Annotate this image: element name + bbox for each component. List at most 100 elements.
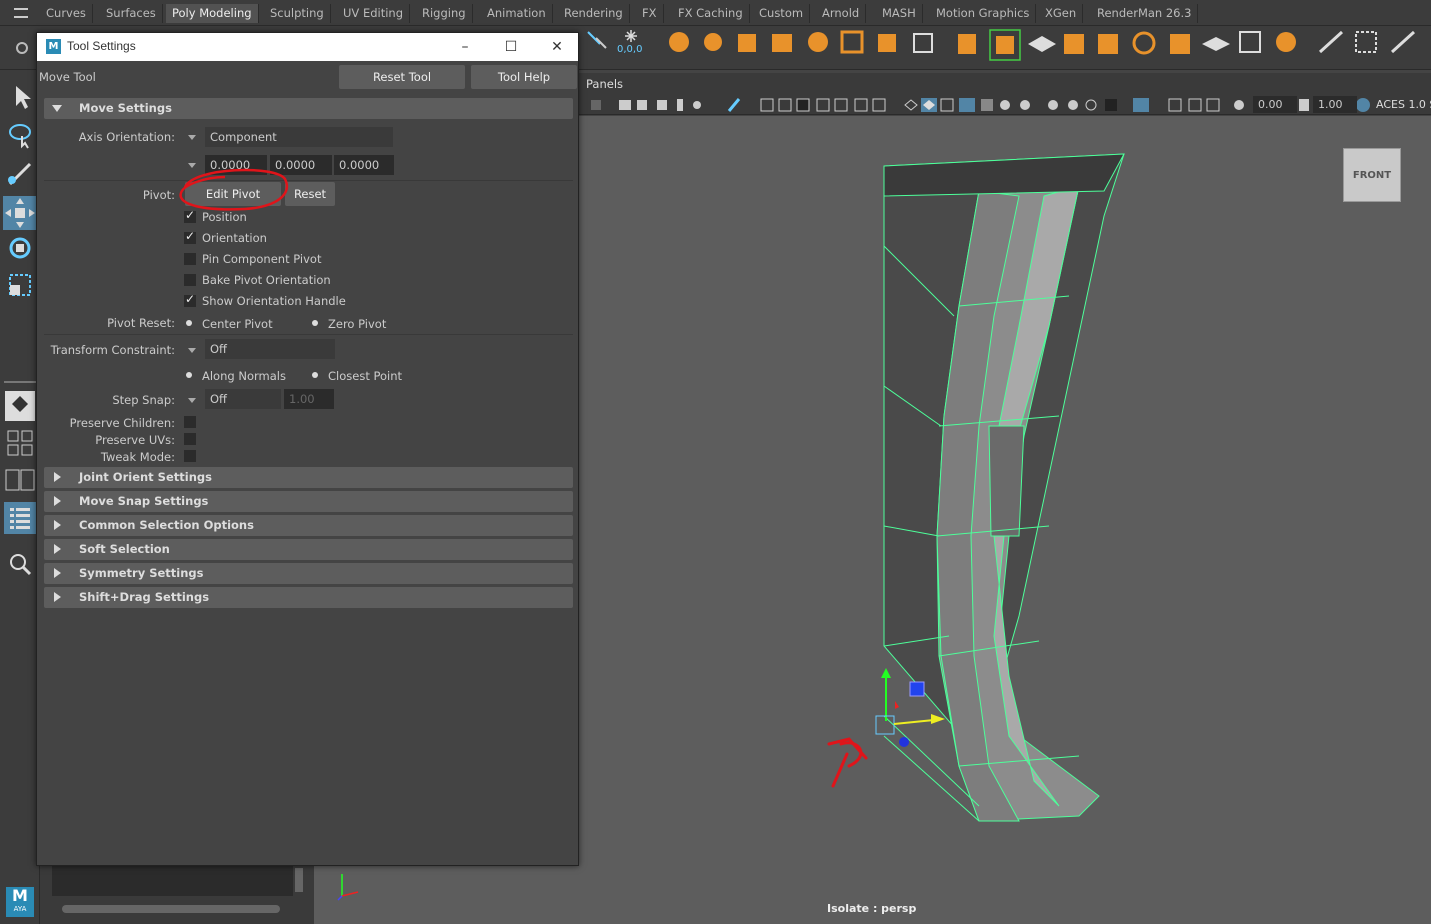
- axis-orientation-dropdown[interactable]: Component: [205, 127, 393, 147]
- viewport-toolbar: 0.00 1.00 ACES 1.0 S: [579, 95, 1431, 115]
- maximize-icon[interactable]: ☐: [501, 37, 521, 57]
- tool-settings-titlebar[interactable]: M Tool Settings – ☐ ✕: [37, 33, 578, 61]
- axis-z-field[interactable]: 0.0000: [334, 155, 394, 175]
- along-normals-radio[interactable]: [183, 369, 195, 381]
- outliner-scrollbar[interactable]: [293, 866, 305, 906]
- step-snap-dropdown[interactable]: Off: [205, 389, 281, 409]
- view-cube[interactable]: FRONT: [1343, 148, 1401, 202]
- dropdown-arrow-icon[interactable]: [188, 135, 196, 140]
- tab-rendering[interactable]: Rendering: [558, 4, 630, 23]
- tab-custom[interactable]: Custom: [753, 4, 811, 23]
- closest-point-label: Closest Point: [328, 369, 403, 383]
- position-checkbox[interactable]: [184, 208, 196, 223]
- layout-quad-icon: [7, 430, 33, 456]
- outliner-scroll-thumb[interactable]: [295, 868, 303, 892]
- tab-poly-modeling[interactable]: Poly Modeling: [166, 4, 259, 23]
- tab-fx[interactable]: FX: [636, 4, 664, 23]
- outliner-list[interactable]: [52, 866, 294, 896]
- tab-mash[interactable]: MASH: [876, 4, 923, 23]
- joint-orient-settings-section[interactable]: Joint Orient Settings: [44, 467, 573, 488]
- tab-curves[interactable]: Curves: [40, 4, 93, 23]
- center-pivot-radio[interactable]: [183, 317, 195, 329]
- tab-fx-caching[interactable]: FX Caching: [672, 4, 750, 23]
- window-title: Tool Settings: [67, 39, 136, 53]
- soft-selection-section[interactable]: Soft Selection: [44, 539, 573, 560]
- bake-pivot-orientation-checkbox[interactable]: [184, 274, 196, 286]
- reset-tool-button[interactable]: Reset Tool: [339, 65, 465, 89]
- layout-two-pane-icon: [5, 469, 35, 491]
- maya-window-icon: M: [46, 39, 61, 54]
- zero-pivot-label: Zero Pivot: [328, 317, 387, 331]
- center-pivot-label: Center Pivot: [202, 317, 273, 331]
- transform-constraint-dropdown[interactable]: Off: [205, 339, 335, 359]
- tool-help-button[interactable]: Tool Help: [471, 65, 577, 89]
- preserve-children-label: Preserve Children:: [69, 416, 175, 430]
- origin-readout: 0,0,0: [617, 44, 642, 55]
- tab-motion-graphics[interactable]: Motion Graphics: [930, 4, 1037, 23]
- outliner-hscroll-thumb[interactable]: [62, 905, 280, 913]
- annotation-arrow: [827, 737, 868, 788]
- preserve-children-checkbox[interactable]: [184, 416, 196, 428]
- bake-pivot-orientation-label: Bake Pivot Orientation: [202, 273, 331, 287]
- section-title: Move Snap Settings: [79, 494, 209, 508]
- collapsed-arrow-icon: [54, 544, 61, 554]
- show-orientation-handle-checkbox[interactable]: [184, 292, 196, 307]
- tab-rigging[interactable]: Rigging: [416, 4, 473, 23]
- tab-uv-editing[interactable]: UV Editing: [337, 4, 410, 23]
- expand-arrow-icon: [52, 105, 62, 112]
- orientation-checkbox[interactable]: [184, 229, 196, 244]
- move-settings-section-header[interactable]: Move Settings: [44, 98, 573, 119]
- outliner-layout-icon: [4, 502, 36, 534]
- lasso-icon: [9, 124, 31, 149]
- outliner-hscrollbar[interactable]: [52, 903, 292, 915]
- viewport-3d[interactable]: FRONT: [579, 116, 1431, 924]
- tab-arnold[interactable]: Arnold: [816, 4, 867, 23]
- hamburger-menu-icon[interactable]: [14, 8, 28, 18]
- tool-settings-window: M Tool Settings – ☐ ✕ Move Tool Reset To…: [36, 32, 579, 866]
- section-title: Symmetry Settings: [79, 566, 204, 580]
- along-normals-label: Along Normals: [202, 369, 286, 383]
- position-label: Position: [202, 210, 247, 224]
- step-snap-amount-field: 1.00: [284, 389, 334, 409]
- gamma-field[interactable]: 1.00: [1313, 96, 1357, 113]
- collapsed-arrow-icon: [54, 592, 61, 602]
- exposure-field[interactable]: 0.00: [1253, 96, 1297, 113]
- tab-xgen[interactable]: XGen: [1039, 4, 1084, 23]
- search-icon: [10, 554, 32, 576]
- transform-constraint-label: Transform Constraint:: [50, 343, 175, 357]
- zero-pivot-radio[interactable]: [309, 317, 321, 329]
- rotate-tool-icon: [9, 237, 31, 259]
- collapsed-arrow-icon: [54, 472, 61, 482]
- close-icon[interactable]: ✕: [547, 37, 567, 57]
- pin-component-pivot-checkbox[interactable]: [184, 253, 196, 265]
- shift-drag-settings-section[interactable]: Shift+Drag Settings: [44, 587, 573, 608]
- axis-orientation-label: Axis Orientation:: [78, 130, 175, 144]
- preserve-uvs-label: Preserve UVs:: [95, 433, 175, 447]
- dropdown-arrow-icon[interactable]: [188, 348, 196, 353]
- color-space-label[interactable]: ACES 1.0 S: [1376, 98, 1431, 111]
- preserve-uvs-checkbox[interactable]: [184, 433, 196, 445]
- axis-indicator-icon: [337, 874, 359, 901]
- section-title: Move Settings: [79, 101, 172, 115]
- viewport-toolbar-icons: [591, 98, 1370, 112]
- symmetry-settings-section[interactable]: Symmetry Settings: [44, 563, 573, 584]
- tab-animation[interactable]: Animation: [481, 4, 553, 23]
- pin-component-pivot-label: Pin Component Pivot: [202, 252, 322, 266]
- common-selection-options-section[interactable]: Common Selection Options: [44, 515, 573, 536]
- closest-point-radio[interactable]: [309, 369, 321, 381]
- minimize-icon[interactable]: –: [455, 37, 475, 57]
- panels-menu[interactable]: Panels: [586, 77, 623, 91]
- shelf-tab-bar: Curves Surfaces Poly Modeling Sculpting …: [0, 0, 1431, 26]
- tool-settings-header: Move Tool Reset Tool Tool Help: [37, 61, 578, 93]
- tab-surfaces[interactable]: Surfaces: [100, 4, 163, 23]
- tab-sculpting[interactable]: Sculpting: [264, 4, 331, 23]
- toolbox-icons: [3, 86, 37, 576]
- section-title: Common Selection Options: [79, 518, 254, 532]
- origin-snap-icon: [587, 31, 607, 49]
- move-snap-settings-section[interactable]: Move Snap Settings: [44, 491, 573, 512]
- tab-renderman[interactable]: RenderMan 26.3: [1091, 4, 1199, 23]
- tool-name: Move Tool: [39, 70, 96, 84]
- pivot-label: Pivot:: [142, 188, 175, 202]
- dropdown-arrow-icon[interactable]: [188, 398, 196, 403]
- tweak-mode-checkbox[interactable]: [184, 450, 196, 462]
